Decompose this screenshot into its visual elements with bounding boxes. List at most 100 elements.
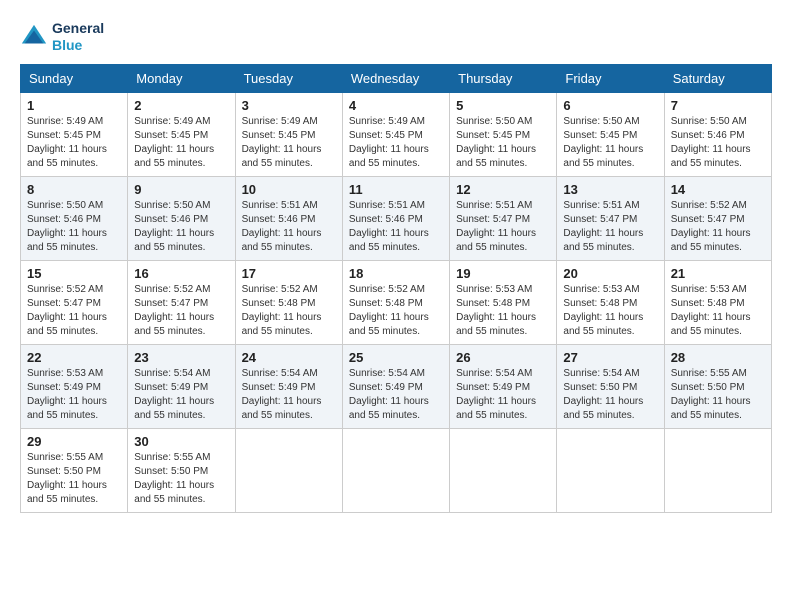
daylight-label: Daylight: 11 hours and 55 minutes.: [134, 144, 214, 169]
day-number: 25: [349, 350, 443, 365]
day-info: Sunrise: 5:49 AM Sunset: 5:45 PM Dayligh…: [27, 115, 121, 171]
calendar-week-4: 22 Sunrise: 5:53 AM Sunset: 5:49 PM Dayl…: [21, 344, 772, 428]
day-info: Sunrise: 5:53 AM Sunset: 5:48 PM Dayligh…: [563, 283, 657, 339]
daylight-label: Daylight: 11 hours and 55 minutes.: [456, 228, 536, 253]
sunset-label: Sunset: 5:48 PM: [242, 298, 316, 309]
page-header: General Blue: [20, 20, 772, 54]
sunrise-label: Sunrise: 5:51 AM: [563, 200, 639, 211]
day-number: 5: [456, 98, 550, 113]
calendar-cell: 12 Sunrise: 5:51 AM Sunset: 5:47 PM Dayl…: [450, 176, 557, 260]
calendar-cell: 6 Sunrise: 5:50 AM Sunset: 5:45 PM Dayli…: [557, 92, 664, 176]
day-info: Sunrise: 5:52 AM Sunset: 5:47 PM Dayligh…: [134, 283, 228, 339]
sunrise-label: Sunrise: 5:51 AM: [242, 200, 318, 211]
sunset-label: Sunset: 5:45 PM: [27, 130, 101, 141]
sunset-label: Sunset: 5:47 PM: [134, 298, 208, 309]
daylight-label: Daylight: 11 hours and 55 minutes.: [242, 228, 322, 253]
daylight-label: Daylight: 11 hours and 55 minutes.: [134, 480, 214, 505]
calendar-cell: 15 Sunrise: 5:52 AM Sunset: 5:47 PM Dayl…: [21, 260, 128, 344]
calendar-cell: 4 Sunrise: 5:49 AM Sunset: 5:45 PM Dayli…: [342, 92, 449, 176]
daylight-label: Daylight: 11 hours and 55 minutes.: [27, 396, 107, 421]
day-info: Sunrise: 5:52 AM Sunset: 5:47 PM Dayligh…: [27, 283, 121, 339]
daylight-label: Daylight: 11 hours and 55 minutes.: [242, 144, 322, 169]
sunset-label: Sunset: 5:47 PM: [563, 214, 637, 225]
day-number: 29: [27, 434, 121, 449]
daylight-label: Daylight: 11 hours and 55 minutes.: [563, 396, 643, 421]
daylight-label: Daylight: 11 hours and 55 minutes.: [27, 144, 107, 169]
calendar-cell: 30 Sunrise: 5:55 AM Sunset: 5:50 PM Dayl…: [128, 428, 235, 512]
day-info: Sunrise: 5:55 AM Sunset: 5:50 PM Dayligh…: [27, 451, 121, 507]
header-saturday: Saturday: [664, 64, 771, 92]
calendar-cell: 5 Sunrise: 5:50 AM Sunset: 5:45 PM Dayli…: [450, 92, 557, 176]
day-info: Sunrise: 5:51 AM Sunset: 5:47 PM Dayligh…: [456, 199, 550, 255]
calendar-cell: 18 Sunrise: 5:52 AM Sunset: 5:48 PM Dayl…: [342, 260, 449, 344]
daylight-label: Daylight: 11 hours and 55 minutes.: [563, 228, 643, 253]
day-info: Sunrise: 5:53 AM Sunset: 5:48 PM Dayligh…: [671, 283, 765, 339]
calendar-cell: 21 Sunrise: 5:53 AM Sunset: 5:48 PM Dayl…: [664, 260, 771, 344]
day-info: Sunrise: 5:49 AM Sunset: 5:45 PM Dayligh…: [134, 115, 228, 171]
sunset-label: Sunset: 5:48 PM: [671, 298, 745, 309]
sunrise-label: Sunrise: 5:52 AM: [242, 284, 318, 295]
sunrise-label: Sunrise: 5:54 AM: [456, 368, 532, 379]
calendar-cell: 17 Sunrise: 5:52 AM Sunset: 5:48 PM Dayl…: [235, 260, 342, 344]
calendar-cell: 19 Sunrise: 5:53 AM Sunset: 5:48 PM Dayl…: [450, 260, 557, 344]
day-number: 9: [134, 182, 228, 197]
sunset-label: Sunset: 5:47 PM: [456, 214, 530, 225]
day-info: Sunrise: 5:51 AM Sunset: 5:47 PM Dayligh…: [563, 199, 657, 255]
day-info: Sunrise: 5:52 AM Sunset: 5:48 PM Dayligh…: [242, 283, 336, 339]
sunset-label: Sunset: 5:45 PM: [134, 130, 208, 141]
sunrise-label: Sunrise: 5:50 AM: [134, 200, 210, 211]
calendar-cell: 7 Sunrise: 5:50 AM Sunset: 5:46 PM Dayli…: [664, 92, 771, 176]
day-info: Sunrise: 5:52 AM Sunset: 5:47 PM Dayligh…: [671, 199, 765, 255]
daylight-label: Daylight: 11 hours and 55 minutes.: [671, 396, 751, 421]
sunrise-label: Sunrise: 5:55 AM: [134, 452, 210, 463]
calendar-cell: [450, 428, 557, 512]
calendar-cell: 26 Sunrise: 5:54 AM Sunset: 5:49 PM Dayl…: [450, 344, 557, 428]
calendar-cell: 20 Sunrise: 5:53 AM Sunset: 5:48 PM Dayl…: [557, 260, 664, 344]
calendar-cell: [235, 428, 342, 512]
daylight-label: Daylight: 11 hours and 55 minutes.: [456, 312, 536, 337]
sunset-label: Sunset: 5:50 PM: [563, 382, 637, 393]
daylight-label: Daylight: 11 hours and 55 minutes.: [242, 396, 322, 421]
sunrise-label: Sunrise: 5:53 AM: [671, 284, 747, 295]
day-number: 4: [349, 98, 443, 113]
day-number: 22: [27, 350, 121, 365]
daylight-label: Daylight: 11 hours and 55 minutes.: [134, 396, 214, 421]
calendar-cell: 16 Sunrise: 5:52 AM Sunset: 5:47 PM Dayl…: [128, 260, 235, 344]
daylight-label: Daylight: 11 hours and 55 minutes.: [563, 312, 643, 337]
sunset-label: Sunset: 5:45 PM: [456, 130, 530, 141]
sunset-label: Sunset: 5:45 PM: [563, 130, 637, 141]
calendar-cell: 2 Sunrise: 5:49 AM Sunset: 5:45 PM Dayli…: [128, 92, 235, 176]
header-friday: Friday: [557, 64, 664, 92]
sunset-label: Sunset: 5:49 PM: [27, 382, 101, 393]
day-number: 23: [134, 350, 228, 365]
day-info: Sunrise: 5:52 AM Sunset: 5:48 PM Dayligh…: [349, 283, 443, 339]
header-wednesday: Wednesday: [342, 64, 449, 92]
day-number: 2: [134, 98, 228, 113]
sunrise-label: Sunrise: 5:52 AM: [134, 284, 210, 295]
calendar-cell: 8 Sunrise: 5:50 AM Sunset: 5:46 PM Dayli…: [21, 176, 128, 260]
daylight-label: Daylight: 11 hours and 55 minutes.: [456, 396, 536, 421]
day-info: Sunrise: 5:55 AM Sunset: 5:50 PM Dayligh…: [671, 367, 765, 423]
sunset-label: Sunset: 5:48 PM: [349, 298, 423, 309]
day-number: 16: [134, 266, 228, 281]
sunrise-label: Sunrise: 5:49 AM: [27, 116, 103, 127]
sunset-label: Sunset: 5:45 PM: [349, 130, 423, 141]
calendar-cell: 14 Sunrise: 5:52 AM Sunset: 5:47 PM Dayl…: [664, 176, 771, 260]
day-info: Sunrise: 5:54 AM Sunset: 5:49 PM Dayligh…: [349, 367, 443, 423]
daylight-label: Daylight: 11 hours and 55 minutes.: [349, 396, 429, 421]
calendar-cell: 24 Sunrise: 5:54 AM Sunset: 5:49 PM Dayl…: [235, 344, 342, 428]
sunrise-label: Sunrise: 5:51 AM: [349, 200, 425, 211]
day-number: 14: [671, 182, 765, 197]
sunrise-label: Sunrise: 5:53 AM: [27, 368, 103, 379]
daylight-label: Daylight: 11 hours and 55 minutes.: [671, 144, 751, 169]
day-info: Sunrise: 5:50 AM Sunset: 5:45 PM Dayligh…: [563, 115, 657, 171]
day-number: 11: [349, 182, 443, 197]
day-number: 26: [456, 350, 550, 365]
sunrise-label: Sunrise: 5:50 AM: [563, 116, 639, 127]
daylight-label: Daylight: 11 hours and 55 minutes.: [349, 228, 429, 253]
day-info: Sunrise: 5:49 AM Sunset: 5:45 PM Dayligh…: [242, 115, 336, 171]
sunrise-label: Sunrise: 5:54 AM: [134, 368, 210, 379]
header-monday: Monday: [128, 64, 235, 92]
day-number: 10: [242, 182, 336, 197]
sunset-label: Sunset: 5:50 PM: [134, 466, 208, 477]
